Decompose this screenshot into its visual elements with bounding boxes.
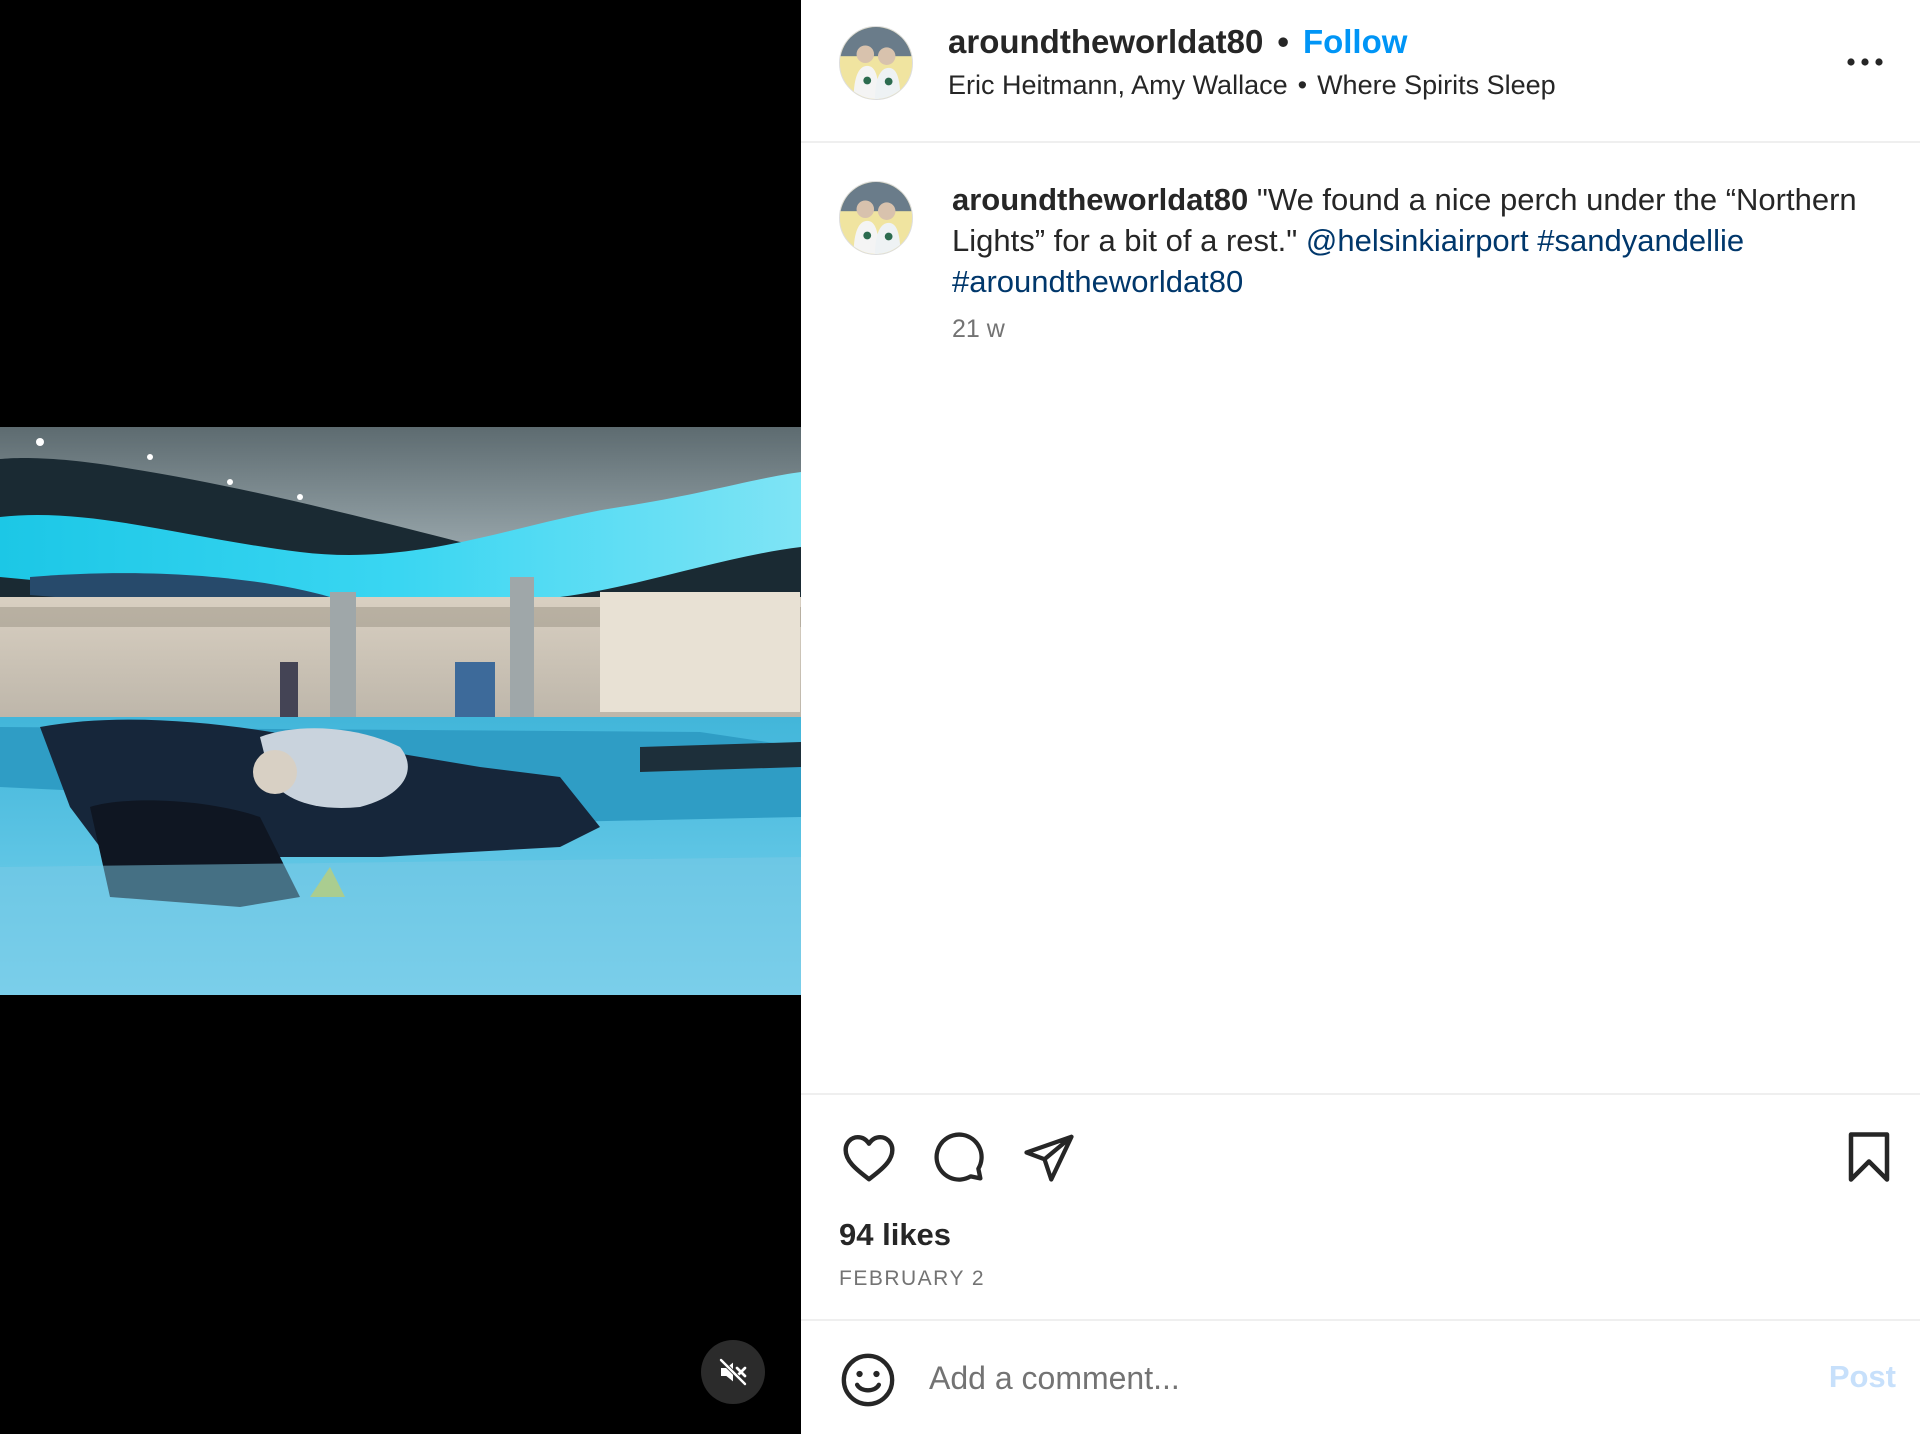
share-icon	[1024, 1134, 1074, 1182]
like-button[interactable]	[839, 1127, 899, 1187]
smiley-icon	[841, 1353, 895, 1407]
header-subtitle-line: Eric Heitmann, Amy Wallace • Where Spirits…	[948, 68, 1556, 102]
more-options-icon	[1847, 58, 1883, 66]
video-still-image	[0, 427, 801, 995]
follow-button[interactable]: Follow	[1303, 23, 1407, 60]
post-actions-section: 94 likes FEBRUARY 2	[801, 1093, 1920, 1319]
speaker-muted-icon	[718, 1357, 748, 1387]
add-comment-section: Post	[801, 1319, 1920, 1434]
heart-icon	[843, 1134, 895, 1182]
caption-username-link[interactable]: aroundtheworldat80	[952, 182, 1248, 217]
comment-button[interactable]	[929, 1127, 989, 1187]
video-frame[interactable]	[0, 427, 801, 995]
post-comment-button[interactable]: Post	[1829, 1359, 1896, 1395]
mute-toggle-button[interactable]	[701, 1340, 765, 1404]
avatar[interactable]	[839, 26, 913, 100]
audio-link[interactable]: Where Spirits Sleep	[1317, 70, 1556, 100]
post-side-panel: aroundtheworldat80 • Follow Eric Heitmann,…	[801, 0, 1920, 1434]
post-date: FEBRUARY 2	[839, 1267, 986, 1290]
emoji-picker-button[interactable]	[839, 1351, 897, 1409]
post-age[interactable]: 21 w	[952, 315, 1005, 344]
username-link[interactable]: aroundtheworldat80	[948, 23, 1263, 60]
collaborators-link[interactable]: Eric Heitmann, Amy Wallace	[948, 70, 1288, 100]
mention-link[interactable]: @helsinkiairport	[1306, 223, 1529, 258]
bookmark-icon	[1848, 1132, 1890, 1182]
post-header: aroundtheworldat80 • Follow Eric Heitmann,…	[801, 0, 1920, 143]
save-button[interactable]	[1839, 1127, 1899, 1187]
separator-dot: •	[1277, 23, 1289, 60]
post-media[interactable]	[0, 0, 801, 1434]
header-title-line: aroundtheworldat80 • Follow	[948, 22, 1407, 62]
comment-input[interactable]	[929, 1345, 1729, 1411]
share-button[interactable]	[1019, 1127, 1079, 1187]
hashtag-link[interactable]: #aroundtheworldat80	[952, 264, 1243, 299]
likes-count[interactable]: 94 likes	[839, 1217, 951, 1253]
hashtag-link[interactable]: #sandyandellie	[1537, 223, 1744, 258]
more-options-button[interactable]	[1840, 44, 1890, 80]
comment-icon	[934, 1132, 984, 1182]
separator-dot: •	[1297, 70, 1308, 100]
caption-text: aroundtheworldat80 "We found a nice perc…	[952, 179, 1872, 302]
avatar[interactable]	[839, 181, 913, 255]
